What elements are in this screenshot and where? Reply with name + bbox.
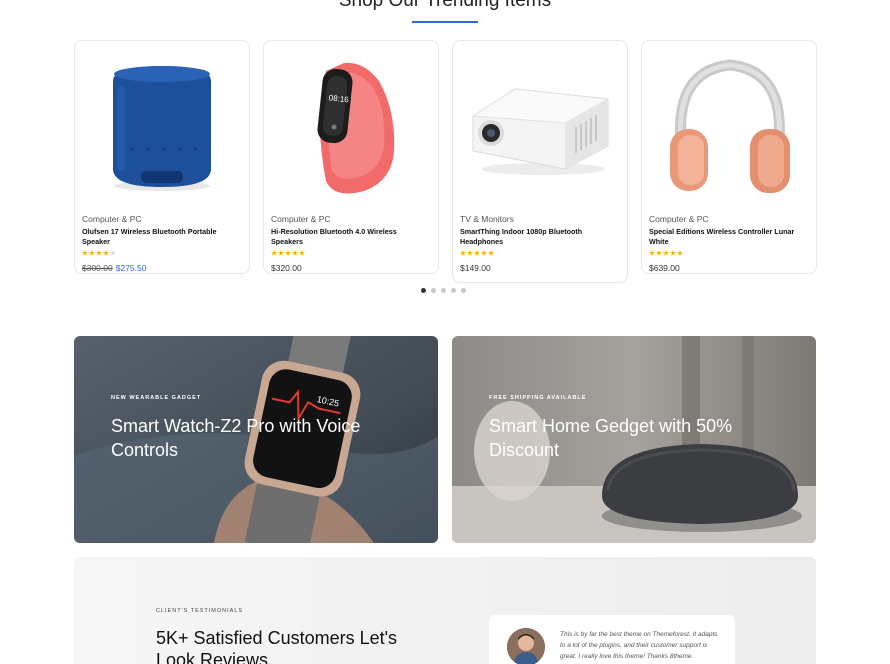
- star-icon: [656, 250, 662, 256]
- banner-tag: New Wearable Gadget: [111, 395, 202, 401]
- star-icon: [285, 250, 291, 256]
- carousel-dot[interactable]: [431, 288, 436, 293]
- star-icon: [292, 250, 298, 256]
- title-underline: [412, 21, 478, 23]
- product-category[interactable]: Computer & PC: [271, 213, 430, 225]
- section-title: Shop Our Trending Items: [338, 0, 552, 11]
- product-price: $320.00: [271, 263, 302, 273]
- product-price: $639.00: [649, 263, 680, 273]
- product-image-speaker[interactable]: [75, 41, 249, 206]
- carousel-dot[interactable]: [461, 288, 466, 293]
- testimonials-section: Client's Testimonials 5K+ Satisfied Cust…: [74, 557, 816, 664]
- banner-tag: Free Shipping Available: [489, 395, 587, 401]
- product-image-headphones[interactable]: [642, 41, 816, 206]
- product-name[interactable]: Olufsen 17 Wireless Bluetooth Portable S…: [82, 227, 241, 246]
- star-icon: [82, 250, 88, 256]
- star-icon: [677, 250, 683, 256]
- avatar: [507, 628, 545, 664]
- star-icon: [649, 250, 655, 256]
- product-category[interactable]: Computer & PC: [82, 213, 241, 225]
- star-icon: [467, 250, 473, 256]
- rating-stars: [460, 250, 619, 258]
- star-icon: [89, 250, 95, 256]
- promo-banner-smart-home[interactable]: Free Shipping Available Smart Home Gedge…: [452, 336, 816, 543]
- review-card: This is by far the best theme on Themefo…: [489, 615, 735, 664]
- rating-stars: [82, 250, 241, 258]
- bluetooth-speaker-icon: [113, 66, 211, 191]
- product-card[interactable]: 08:16 Computer & PC Hi-Resolution Blueto…: [263, 40, 439, 274]
- testimonials-title: 5K+ Satisfied Customers Let's Look Revie…: [156, 628, 398, 664]
- star-icon: [96, 250, 102, 256]
- carousel-pagination: [421, 288, 466, 293]
- carousel-dot[interactable]: [421, 288, 426, 293]
- headphones-icon: [670, 59, 790, 193]
- product-name[interactable]: Hi-Resolution Bluetooth 4.0 Wireless Spe…: [271, 227, 430, 246]
- product-price: $149.00: [460, 263, 491, 273]
- star-icon: [670, 250, 676, 256]
- banner-title[interactable]: Smart Watch-Z2 Pro with Voice Controls: [111, 414, 391, 462]
- star-icon: [299, 250, 305, 256]
- testimonials-tag: Client's Testimonials: [156, 608, 244, 614]
- product-card[interactable]: Computer & PC Special Editions Wireless …: [641, 40, 817, 274]
- star-icon: [460, 250, 466, 256]
- product-image-projector[interactable]: [453, 41, 627, 206]
- reviewer-photo: [507, 628, 545, 664]
- rating-stars: [649, 250, 808, 258]
- fitness-band-icon: 08:16: [317, 62, 395, 194]
- product-card[interactable]: TV & Monitors SmartThing Indoor 1080p Bl…: [452, 40, 628, 283]
- rating-stars: [271, 250, 430, 258]
- banner-title[interactable]: Smart Home Gedget with 50% Discount: [489, 414, 769, 462]
- star-icon: [474, 250, 480, 256]
- product-category[interactable]: Computer & PC: [649, 213, 808, 225]
- sale-price: $275.50: [115, 263, 147, 273]
- old-price: $300.00: [82, 263, 113, 273]
- product-image-band[interactable]: 08:16: [264, 41, 438, 206]
- carousel-dot[interactable]: [451, 288, 456, 293]
- star-icon: [271, 250, 277, 256]
- projector-icon: [471, 88, 610, 175]
- product-name[interactable]: Special Editions Wireless Controller Lun…: [649, 227, 808, 246]
- carousel-dot[interactable]: [441, 288, 446, 293]
- star-empty-icon: [110, 250, 116, 256]
- promo-banner-watch[interactable]: 10:25 New Wearable Gadget Smart Watch-Z2…: [74, 336, 438, 543]
- product-category[interactable]: TV & Monitors: [460, 213, 619, 225]
- star-icon: [481, 250, 487, 256]
- star-icon: [663, 250, 669, 256]
- product-card[interactable]: Computer & PC Olufsen 17 Wireless Blueto…: [74, 40, 250, 274]
- product-price: $300.00 $275.50: [82, 263, 241, 273]
- star-icon: [103, 250, 109, 256]
- star-icon: [278, 250, 284, 256]
- product-name[interactable]: SmartThing Indoor 1080p Bluetooth Headph…: [460, 227, 619, 246]
- review-text: This is by far the best theme on Themefo…: [560, 631, 718, 660]
- star-icon: [488, 250, 494, 256]
